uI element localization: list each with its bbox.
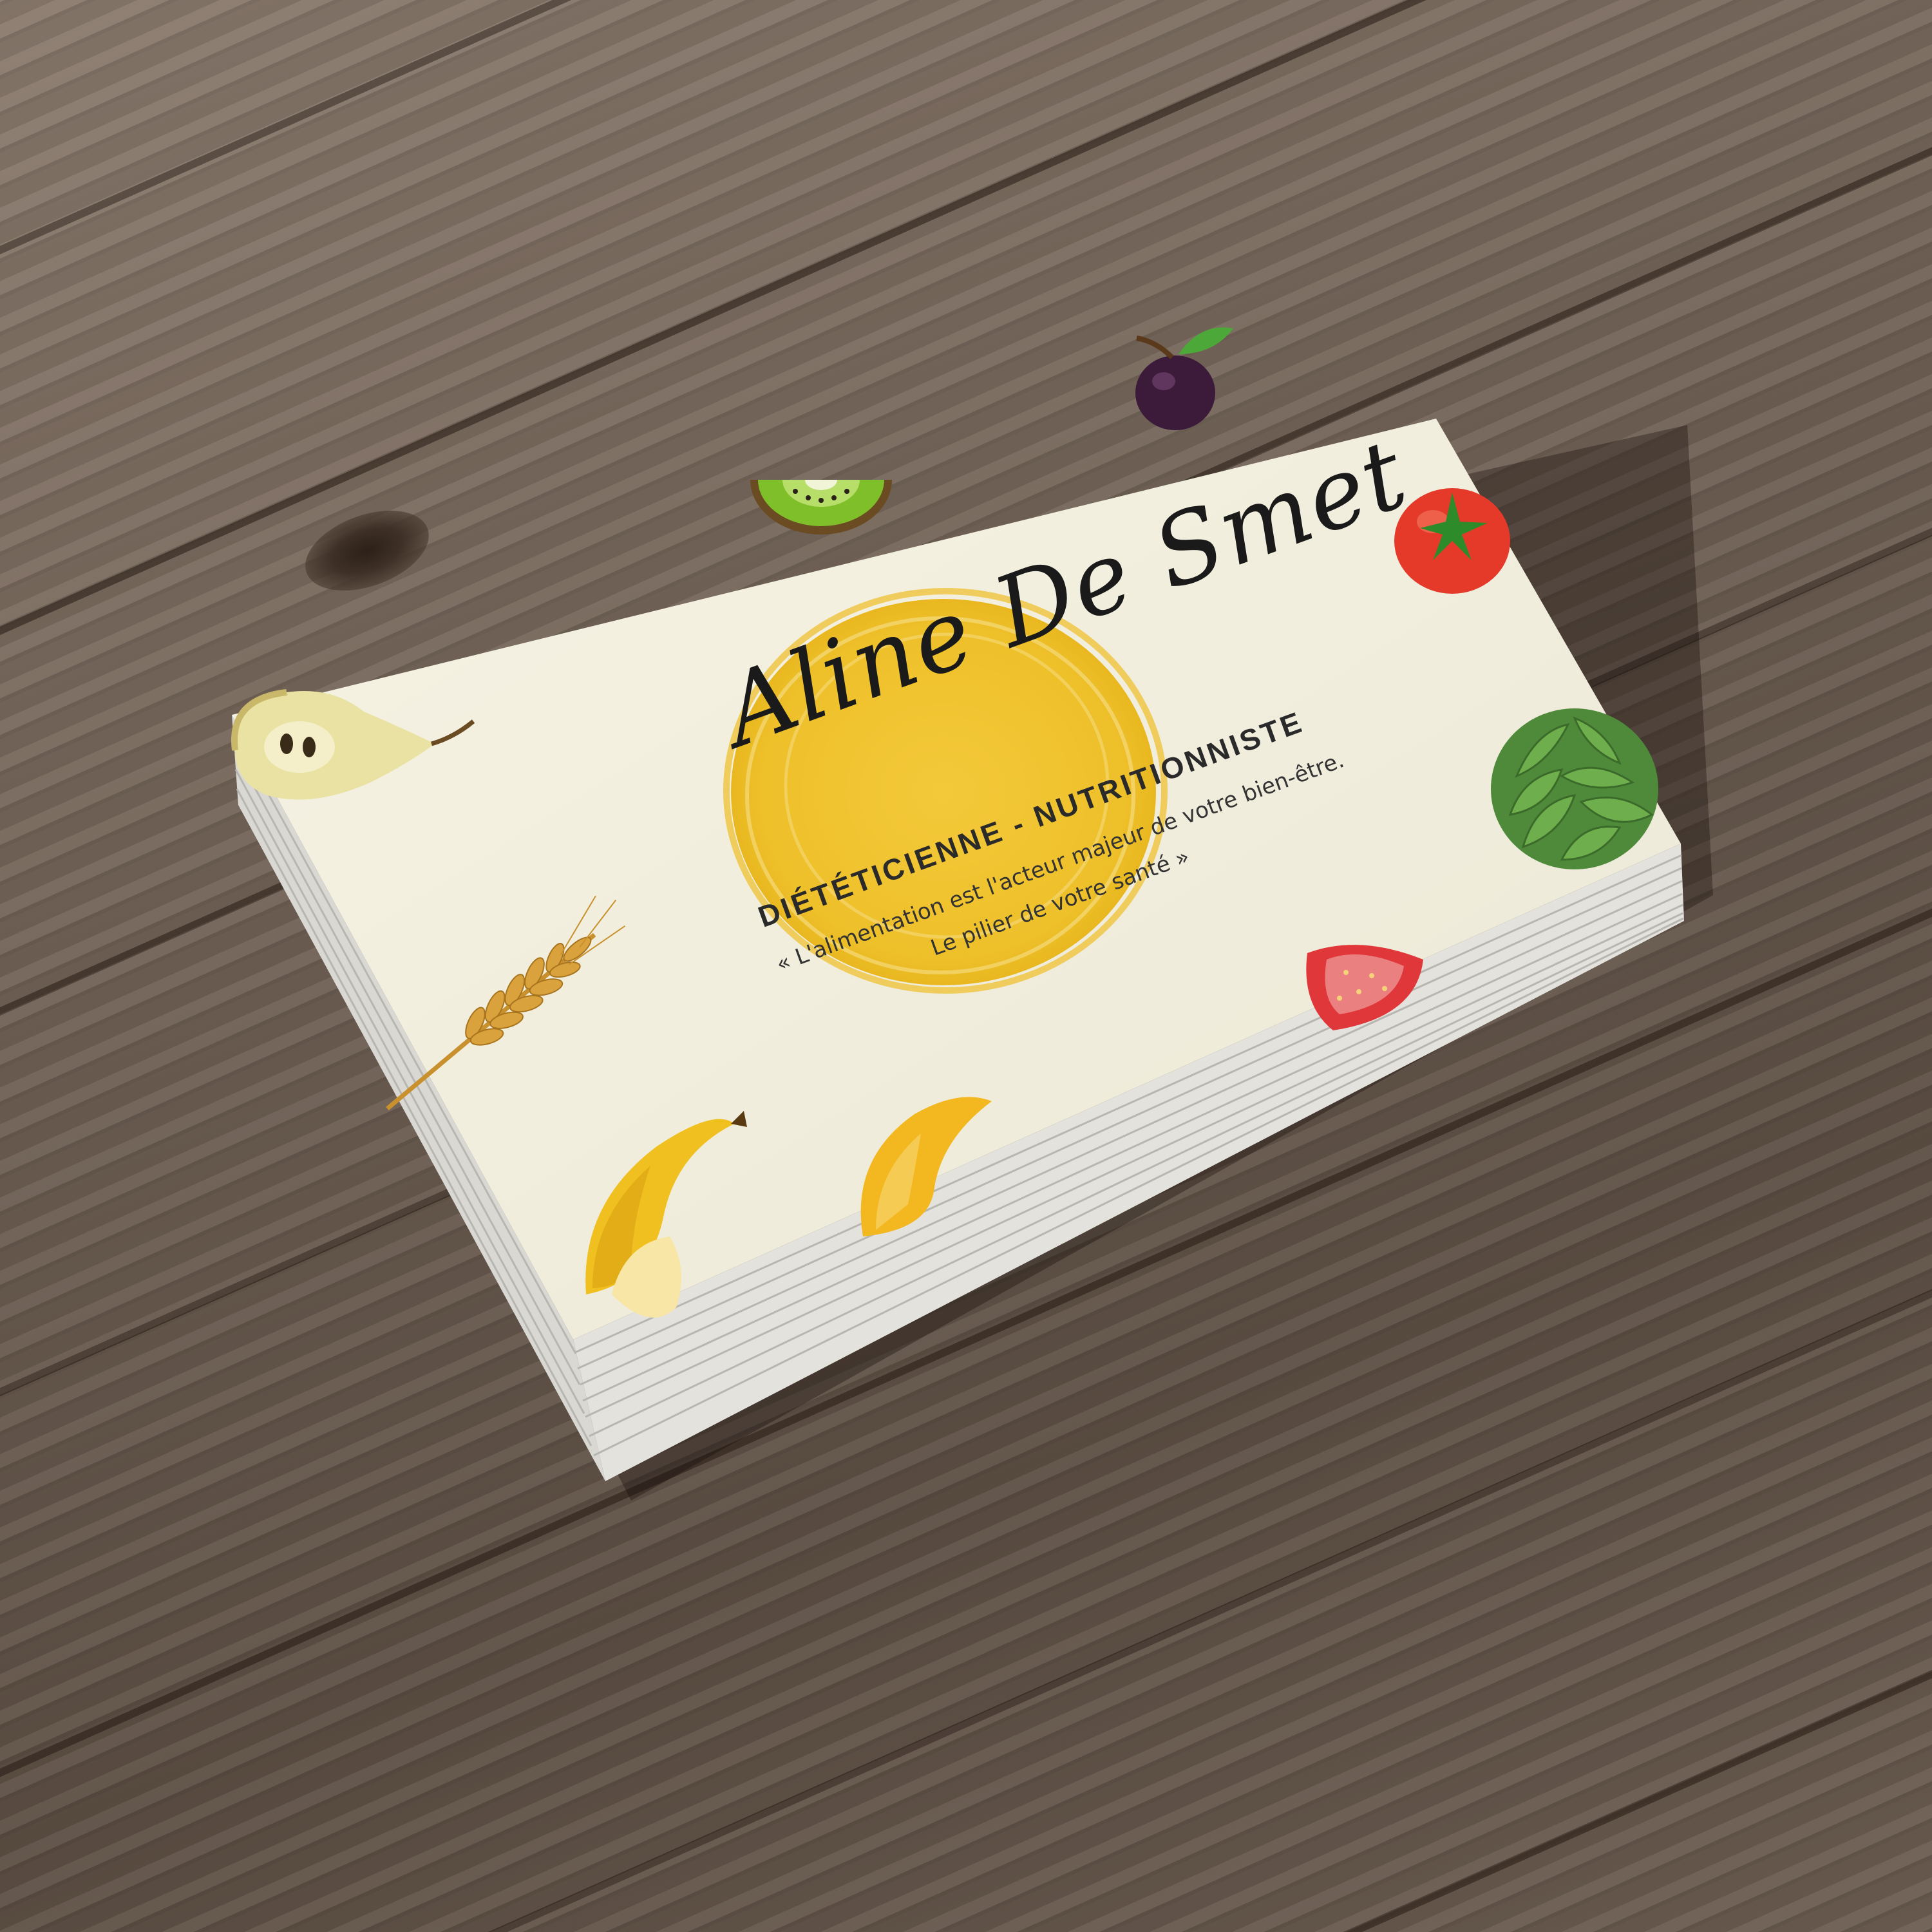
business-card-stack: Aline De Smet DIÉTÉTICIENNE - NUTRITIONN…: [0, 0, 1932, 1932]
yellow-brush-circle: [723, 588, 1168, 994]
card-stack-graphic: [231, 327, 1713, 1501]
plum-icon: [1135, 327, 1233, 430]
kiwi-icon: [750, 480, 892, 535]
artichoke-icon: [1491, 708, 1658, 869]
tomato-icon: [1394, 488, 1510, 594]
